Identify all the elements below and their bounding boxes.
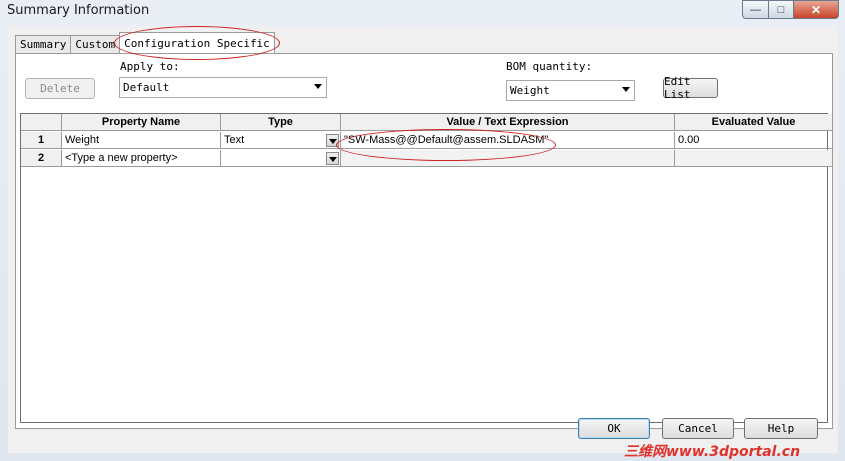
watermark-text: 三维网www.3dportal.cn: [624, 444, 801, 460]
bom-quantity-label: BOM quantity:: [506, 60, 593, 73]
table-row: 2 <Type a new property>: [21, 150, 833, 168]
cancel-button[interactable]: Cancel: [662, 418, 734, 439]
tab-summary[interactable]: Summary: [15, 35, 72, 54]
property-name-cell[interactable]: Weight: [62, 132, 221, 149]
close-icon: ✕: [810, 2, 822, 17]
maximize-button[interactable]: □: [769, 0, 794, 19]
row-number[interactable]: 1: [21, 132, 62, 149]
property-name-cell[interactable]: <Type a new property>: [62, 150, 221, 167]
grid-header-row: Property Name Type Value / Text Expressi…: [21, 114, 833, 132]
ok-button[interactable]: OK: [578, 418, 650, 439]
tab-configuration-specific[interactable]: Configuration Specific: [119, 32, 275, 54]
evaluated-value-cell: 0.00: [675, 132, 833, 149]
tab-custom[interactable]: Custom: [70, 35, 121, 54]
bom-quantity-value: Weight: [510, 84, 550, 97]
window-title: Summary Information: [7, 3, 150, 18]
window-controls: — □ ✕: [742, 0, 839, 19]
column-header-value[interactable]: Value / Text Expression: [341, 114, 675, 131]
apply-to-label: Apply to:: [120, 60, 180, 73]
type-value: Text: [224, 134, 245, 146]
chevron-down-icon: [314, 84, 322, 89]
summary-information-dialog: Summary Information — □ ✕ Summary Custom…: [0, 0, 845, 461]
properties-grid: Property Name Type Value / Text Expressi…: [20, 113, 833, 423]
type-cell[interactable]: [221, 150, 341, 167]
delete-button[interactable]: Delete: [25, 78, 95, 99]
column-header-property-name[interactable]: Property Name: [62, 114, 221, 131]
chevron-down-icon[interactable]: [326, 134, 339, 147]
help-button[interactable]: Help: [744, 418, 818, 439]
tab-strip: Summary Custom Configuration Specific: [15, 32, 275, 54]
chevron-down-icon: [622, 87, 630, 92]
apply-to-value: Default: [123, 81, 170, 94]
edit-list-button[interactable]: Edit List: [663, 75, 718, 101]
bom-quantity-select[interactable]: Weight: [506, 80, 635, 101]
evaluated-value-cell: [675, 150, 833, 167]
column-header-type[interactable]: Type: [221, 114, 341, 131]
chevron-down-icon[interactable]: [326, 152, 339, 165]
minimize-button[interactable]: —: [742, 0, 769, 19]
maximize-icon: □: [777, 3, 785, 16]
column-header-rownum: [21, 114, 62, 131]
table-row: 1 Weight Text "SW-Mass@@Default@assem.SL…: [21, 132, 833, 150]
value-expression-cell[interactable]: [341, 150, 675, 167]
dialog-client-area: Summary Custom Configuration Specific De…: [8, 26, 838, 453]
column-header-evaluated-value[interactable]: Evaluated Value: [675, 114, 833, 131]
row-number[interactable]: 2: [21, 150, 62, 167]
title-bar: Summary Information — □ ✕: [0, 0, 845, 22]
tab-panel: Delete Apply to: Default BOM quantity: W…: [15, 53, 833, 429]
close-button[interactable]: ✕: [794, 0, 839, 19]
value-expression-cell[interactable]: "SW-Mass@@Default@assem.SLDASM": [341, 132, 675, 149]
type-cell[interactable]: Text: [221, 132, 341, 149]
minimize-icon: —: [750, 3, 761, 16]
apply-to-select[interactable]: Default: [119, 77, 327, 98]
